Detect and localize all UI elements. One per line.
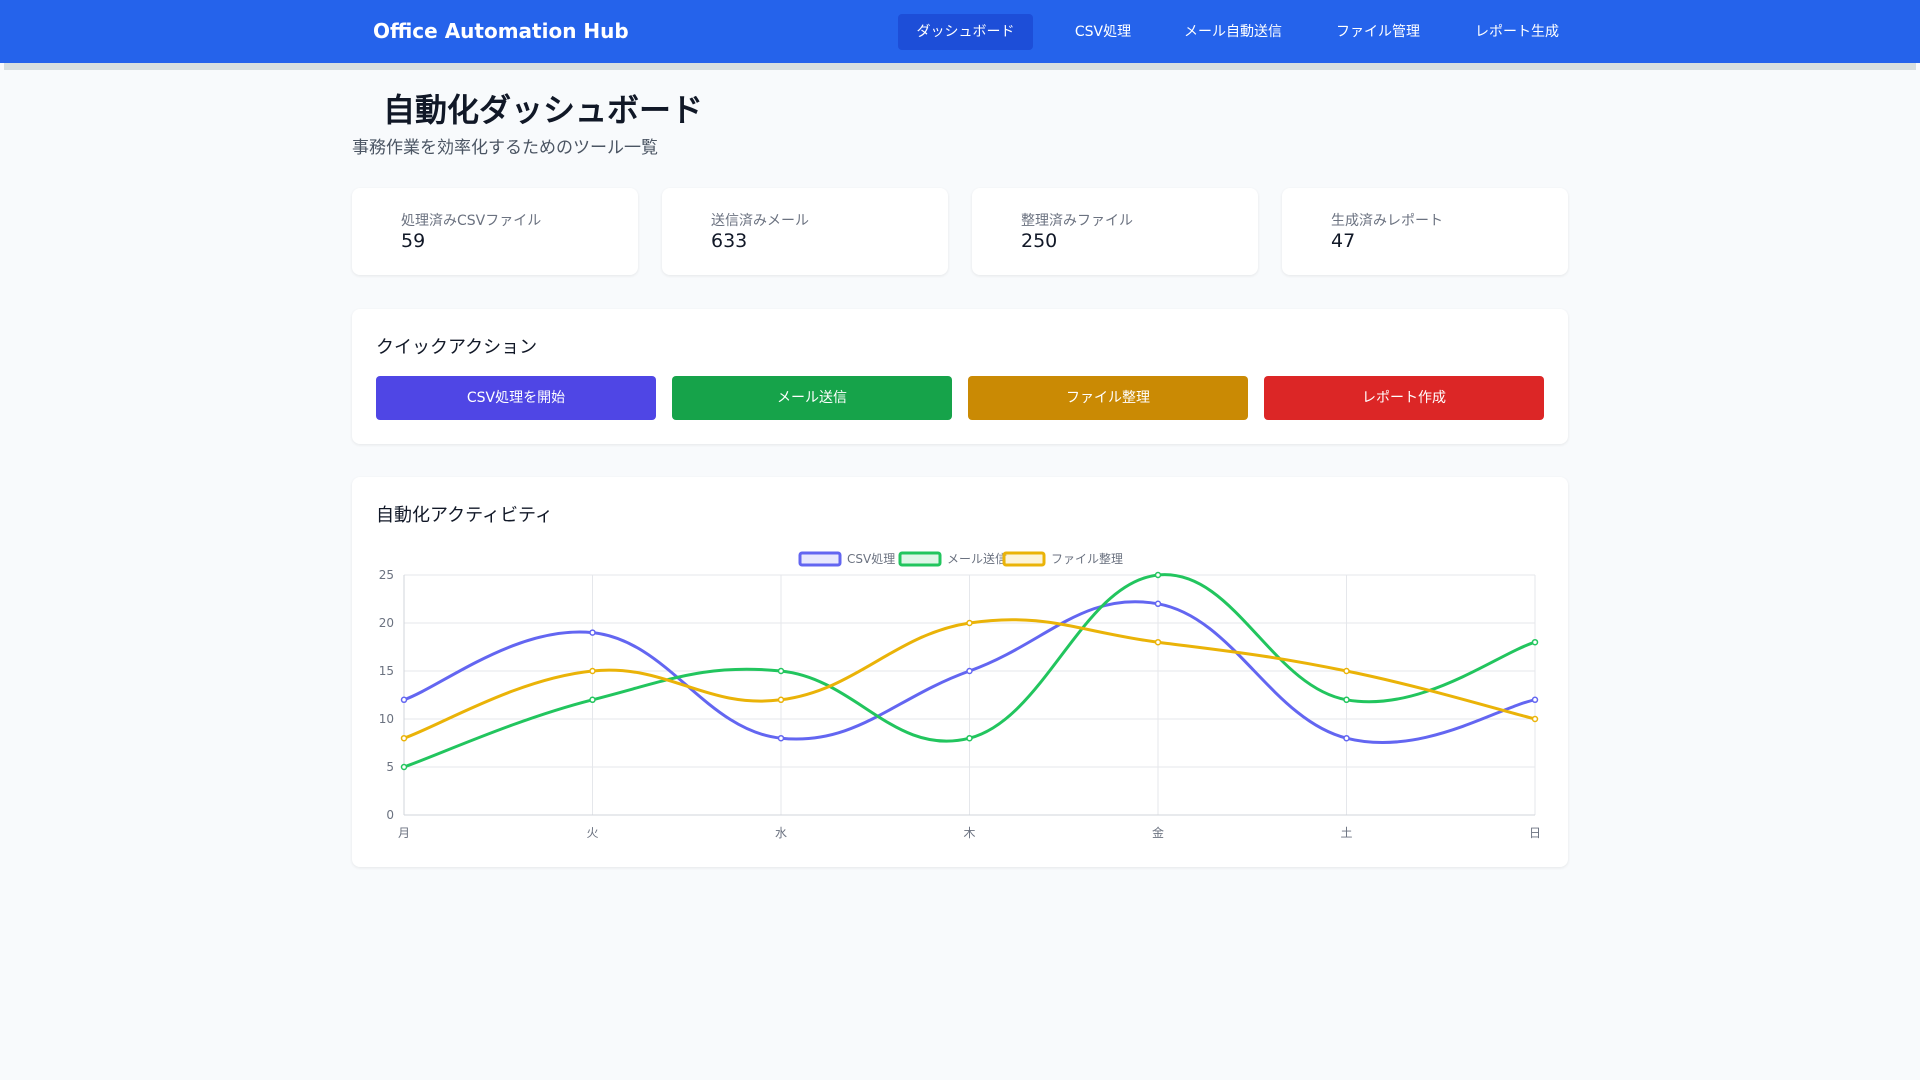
start-csv-button[interactable]: CSV処理を開始 xyxy=(376,376,656,420)
app-brand[interactable]: Office Automation Hub xyxy=(373,19,629,43)
page-title: 自動化ダッシュボード xyxy=(383,91,704,129)
y-tick-label: 10 xyxy=(379,712,394,726)
organize-files-button[interactable]: ファイル整理 xyxy=(968,376,1248,420)
stat-value: 59 xyxy=(401,230,426,252)
activity-panel: 自動化アクティビティ 0 5 10 15 20 25 月火水木金土日 CSV処理 メール送信 ファ… xyxy=(352,477,1568,867)
y-tick-label: 5 xyxy=(386,760,394,774)
stat-card-csv: 処理済みCSVファイル 59 xyxy=(352,188,638,275)
data-point xyxy=(589,696,596,704)
x-tick-label: 火 xyxy=(586,826,598,840)
data-point xyxy=(400,734,408,742)
x-tick-label: 水 xyxy=(775,826,787,840)
legend-swatch xyxy=(1002,551,1046,567)
nav-files[interactable]: ファイル管理 xyxy=(1323,14,1433,50)
stat-value: 250 xyxy=(1021,230,1058,252)
data-point xyxy=(1531,638,1539,646)
data-point xyxy=(1154,600,1162,608)
data-point xyxy=(1343,667,1350,675)
send-mail-button[interactable]: メール送信 xyxy=(672,376,952,420)
quick-actions-title: クイックアクション xyxy=(376,337,538,358)
x-tick-label: 土 xyxy=(1340,826,1352,840)
legend-label: CSV処理 xyxy=(847,552,895,566)
legend-swatch xyxy=(798,551,842,567)
x-tick-label: 月 xyxy=(398,826,410,840)
data-point xyxy=(1531,715,1539,723)
data-point xyxy=(400,696,408,704)
nav-dashboard[interactable]: ダッシュボード xyxy=(898,14,1033,50)
data-point xyxy=(777,696,785,704)
activity-line-chart: 0 5 10 15 20 25 月 火 水 木 金 土 日 CSV処理 メール送信 ファイル整理 xyxy=(379,551,1541,840)
nav-mail[interactable]: メール自動送信 xyxy=(1172,14,1294,50)
stat-card-files: 整理済みファイル 250 xyxy=(972,188,1258,275)
data-point xyxy=(1154,638,1162,646)
data-point xyxy=(1154,571,1162,579)
data-point xyxy=(777,734,785,742)
data-point xyxy=(777,667,785,675)
create-report-button[interactable]: レポート作成 xyxy=(1264,376,1544,420)
data-point xyxy=(1343,696,1350,704)
x-tick-label: 木 xyxy=(963,826,975,840)
data-point xyxy=(1343,734,1350,742)
top-navbar: Office Automation Hub ダッシュボード CSV処理 メール自… xyxy=(0,0,1920,63)
legend-label: メール送信 xyxy=(947,551,1007,566)
data-point xyxy=(589,629,596,636)
y-tick-label: 0 xyxy=(386,808,394,822)
y-tick-label: 25 xyxy=(379,568,394,582)
y-tick-label: 15 xyxy=(379,664,394,678)
data-point xyxy=(400,763,408,771)
stat-card-mail: 送信済みメール 633 xyxy=(662,188,948,275)
stat-value: 47 xyxy=(1331,230,1356,252)
data-point xyxy=(966,619,973,627)
stat-card-reports: 生成済みレポート 47 xyxy=(1282,188,1568,275)
navbar-divider xyxy=(4,63,1916,70)
x-tick-label: 日 xyxy=(1529,826,1541,840)
y-tick-label: 20 xyxy=(379,616,394,630)
data-point xyxy=(966,667,973,675)
stat-label: 送信済みメール xyxy=(711,213,809,229)
page-subtitle: 事務作業を効率化するためのツール一覧 xyxy=(352,138,658,158)
quick-actions-panel: クイックアクション CSV処理を開始 メール送信 ファイル整理 レポート作成 xyxy=(352,309,1568,444)
nav-reports[interactable]: レポート生成 xyxy=(1462,14,1572,50)
data-point xyxy=(1531,696,1539,704)
nav-csv[interactable]: CSV処理 xyxy=(1061,14,1145,50)
x-tick-label: 金 xyxy=(1152,825,1164,840)
stat-value: 633 xyxy=(711,230,748,252)
legend-swatch xyxy=(898,551,942,567)
data-point xyxy=(966,734,973,742)
stat-label: 整理済みファイル xyxy=(1021,213,1133,229)
stat-label: 処理済みCSVファイル xyxy=(401,213,542,229)
stat-label: 生成済みレポート xyxy=(1331,213,1443,229)
data-point xyxy=(589,667,596,675)
legend-label: ファイル整理 xyxy=(1051,551,1123,566)
